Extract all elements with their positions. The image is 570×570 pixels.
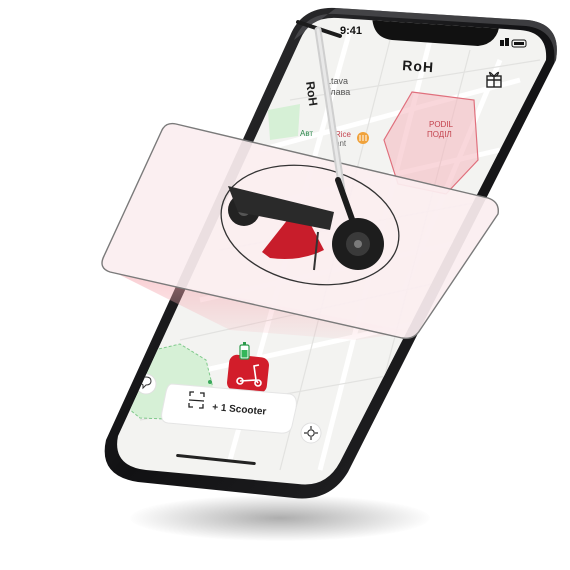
restaurant-icon[interactable]: [357, 132, 369, 144]
status-time: 9:41: [340, 25, 362, 37]
scooter-marker[interactable]: [226, 354, 270, 394]
locate-icon[interactable]: [300, 422, 322, 444]
district-label-cyrillic: ПОДІЛ: [427, 130, 452, 139]
app-logo: RoH: [402, 57, 435, 75]
district-label-latin: PODIL: [429, 120, 454, 129]
battery-icon: [239, 342, 250, 360]
street-label-3: Авт: [300, 129, 313, 138]
hero-stage: PODIL ПОДІЛ Ltava Глава Rice ant Авт 9:4…: [0, 0, 570, 570]
hero-illustration: PODIL ПОДІЛ Ltava Глава Rice ant Авт 9:4…: [101, 7, 557, 499]
